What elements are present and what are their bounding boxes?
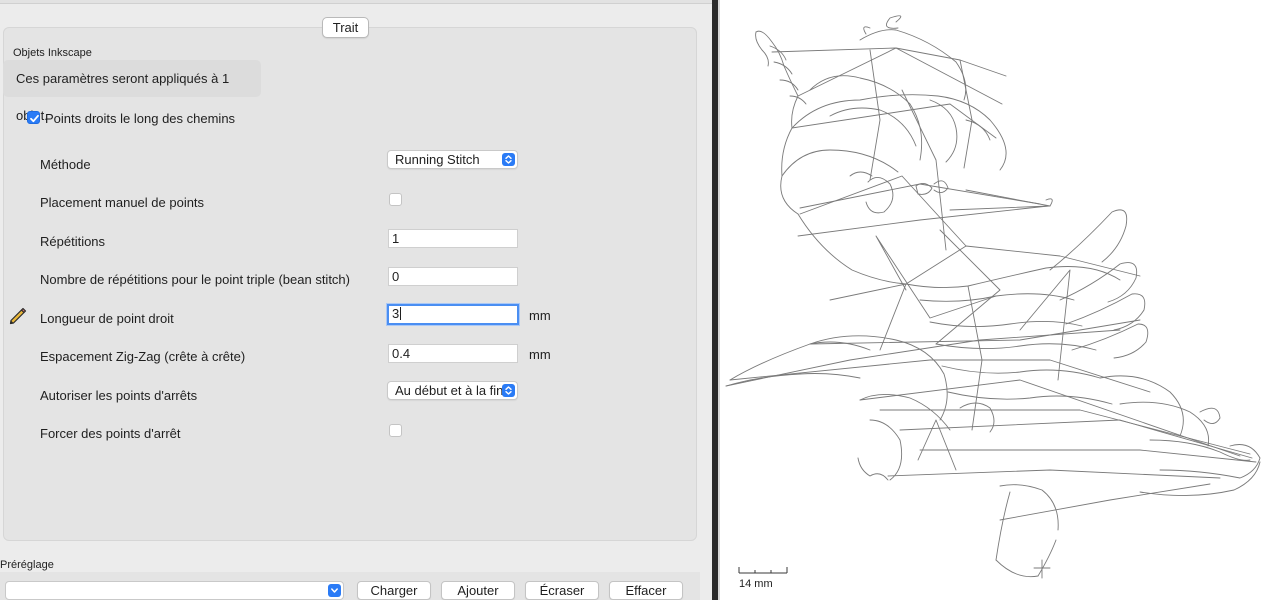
placement-manuel-label: Placement manuel de points — [40, 195, 205, 210]
repetitions-label: Répétitions — [40, 234, 106, 249]
longueur-input[interactable]: 3 — [387, 304, 519, 325]
autoriser-arrets-label: Autoriser les points d'arrêts — [40, 388, 198, 403]
charger-button[interactable]: Charger — [357, 581, 431, 600]
chevron-down-icon — [328, 584, 341, 597]
ecraser-button[interactable]: Écraser — [525, 581, 599, 600]
updown-chevron-icon — [502, 153, 515, 166]
ajouter-button[interactable]: Ajouter — [441, 581, 515, 600]
section-label: Objets Inkscape — [13, 47, 92, 59]
espacement-unit: mm — [529, 347, 551, 362]
text-caret — [400, 307, 402, 320]
espacement-input[interactable]: 0.4 — [388, 344, 518, 363]
params-panel: Trait Objets Inkscape Ces paramètres ser… — [0, 0, 712, 600]
forcer-arrets-checkbox[interactable] — [389, 424, 402, 437]
unicorn-stitch-drawing — [725, 15, 1261, 579]
panel-top-border — [0, 0, 712, 4]
methode-select[interactable]: Running Stitch — [387, 150, 518, 169]
running-stitch-checkbox-label: Points droits le long des chemins — [45, 111, 236, 126]
longueur-unit: mm — [529, 308, 551, 323]
longueur-input-value: 3 — [392, 306, 400, 321]
stitch-preview-canvas[interactable]: 14 mm — [720, 0, 1266, 600]
forcer-arrets-label: Forcer des points d'arrêt — [40, 426, 181, 441]
autoriser-arrets-select[interactable]: Au début et à la fin — [387, 381, 518, 400]
effacer-button[interactable]: Effacer — [609, 581, 683, 600]
methode-label: Méthode — [40, 157, 91, 172]
placement-manuel-checkbox[interactable] — [389, 193, 402, 206]
methode-select-value: Running Stitch — [395, 152, 480, 167]
updown-chevron-icon — [502, 384, 515, 397]
espacement-label: Espacement Zig-Zag (crête à crête) — [40, 349, 246, 364]
running-stitch-checkbox[interactable] — [27, 111, 40, 124]
tab-trait[interactable]: Trait — [322, 17, 369, 38]
checkmark-icon — [30, 114, 39, 123]
longueur-label: Longueur de point droit — [40, 311, 174, 326]
scale-label: 14 mm — [739, 578, 773, 590]
app-window: Trait Objets Inkscape Ces paramètres ser… — [0, 0, 1266, 600]
bean-stitch-input[interactable]: 0 — [388, 267, 518, 286]
preset-label: Préréglage — [0, 559, 54, 571]
bean-stitch-label: Nombre de répétitions pour le point trip… — [40, 272, 350, 287]
repetitions-input[interactable]: 1 — [388, 229, 518, 248]
pencil-icon — [9, 307, 27, 325]
scale-bar-icon — [738, 567, 788, 574]
preset-select[interactable] — [5, 581, 344, 600]
info-message: Ces paramètres seront appliqués à 1 obje… — [3, 60, 261, 123]
autoriser-arrets-value: Au début et à la fin — [395, 383, 504, 398]
